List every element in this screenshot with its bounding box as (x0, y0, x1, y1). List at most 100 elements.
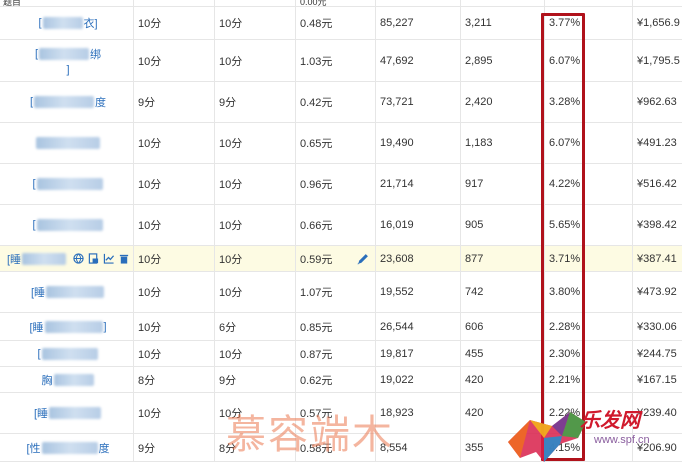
impressions-cell-value: 19,022 (380, 373, 414, 386)
price-cell: 0.65元 (295, 123, 375, 163)
cost-cell-value: ¥387.41 (637, 252, 677, 265)
row-actions (73, 253, 129, 264)
score-1-cell-value: 10分 (138, 321, 162, 334)
score-2-cell-value: 10分 (219, 179, 243, 191)
price-cell-value: 0.65元 (300, 138, 333, 150)
table-row[interactable]: [睡 10分 10分 1.07元 19,552 742 3.80% ¥473.92 (0, 272, 682, 313)
price-cell: 0.66元 (295, 205, 375, 245)
impressions-cell-value: 19,552 (380, 286, 414, 298)
keyword-cell[interactable]: 胸 (0, 367, 133, 392)
impressions-cell: 73,721 (375, 82, 460, 122)
keyword-cell[interactable]: [睡 (0, 272, 133, 312)
clicks-cell: 2,420 (460, 82, 544, 122)
keyword-redacted (41, 347, 98, 360)
impressions-cell: 26,544 (375, 313, 460, 340)
table-row[interactable]: [10分 10分 0.96元 21,714 917 4.22% ¥516.42 (0, 164, 682, 205)
table-row[interactable]: [睡] 10分 6分 0.85元 26,544 606 2.28% ¥330.06 (0, 313, 682, 341)
ctr-cell-value: 2.30% (549, 347, 581, 360)
keyword-suffix: 度 (98, 442, 110, 455)
score-2-cell-value: 10分 (219, 253, 243, 266)
keyword-redacted (39, 47, 90, 60)
table-row[interactable]: [度 9分 9分 0.42元 73,721 2,420 3.28% ¥962.63 (0, 82, 682, 123)
impressions-cell: 19,490 (375, 123, 460, 163)
keyword-prefix: [睡 (30, 287, 46, 299)
table-row[interactable]: [性度 9分 8分 0.58元 8,554 355 4.15% ¥206.90 (0, 434, 682, 462)
score-1-cell: 10分 (133, 246, 214, 271)
price-cell-value: 1.03元 (300, 55, 333, 68)
cost-cell-value: ¥473.92 (637, 286, 677, 298)
clicks-cell-value: 742 (465, 286, 484, 298)
keyword-cell[interactable]: [ (0, 205, 133, 245)
score-1-cell: 10分 (133, 123, 214, 163)
cost-cell: ¥491.23 (632, 123, 682, 163)
impressions-cell: 19,022 (375, 367, 460, 392)
keyword-cell[interactable]: [度 (0, 82, 133, 122)
score-1-cell: 10分 (133, 205, 214, 245)
clicks-cell-value: 1,183 (465, 137, 493, 149)
keyword-suffix: 衣] (83, 18, 98, 30)
keyword-prefix: [ (32, 178, 36, 190)
keyword-cell[interactable]: [睡 (0, 246, 133, 271)
score-2-cell: 10分 (214, 341, 295, 366)
clicks-cell: 1,183 (460, 123, 544, 163)
impressions-cell-value: 21,714 (380, 178, 414, 190)
keyword-prefix: 胸 (41, 374, 53, 387)
ctr-cell-value: 3.80% (549, 286, 581, 298)
score-2-cell: 10分 (214, 164, 295, 204)
cost-cell-value: ¥398.42 (637, 219, 677, 231)
price-cell: 1.03元 (295, 40, 375, 81)
score-2-cell-value: 10分 (219, 18, 243, 30)
keyword-prefix: [睡 (33, 408, 49, 420)
keyword-cell[interactable]: [ (0, 164, 133, 204)
cost-cell: ¥244.75 (632, 341, 682, 366)
table-row[interactable]: 10分 10分 0.65元 19,490 1,183 6.07% ¥491.23 (0, 123, 682, 164)
score-1-cell: 10分 (133, 313, 214, 340)
ctr-cell: 3.71% (544, 246, 632, 271)
clicks-cell: 742 (460, 272, 544, 312)
score-1-cell-value: 10分 (138, 55, 162, 68)
price-cell: 0.57元 (295, 393, 375, 433)
table-row[interactable]: [绑] 10分 10分 1.03元 47,692 2,895 6.07% ¥1,795.5 (0, 40, 682, 82)
keyword-cell[interactable]: [衣] (0, 7, 133, 39)
score-1-cell: 9分 (133, 434, 214, 461)
keyword-redacted (53, 373, 94, 386)
table-row[interactable]: [睡 10分 10分 0.59元 23,608 877 3.71% ¥387.41 (0, 246, 682, 272)
trend-chart-icon[interactable] (103, 253, 115, 264)
pencil-icon[interactable] (356, 253, 369, 269)
keyword-cell[interactable] (0, 123, 133, 163)
score-1-cell: 10分 (133, 272, 214, 312)
price-cell: 0.48元 (295, 7, 375, 39)
score-2-cell-value: 10分 (219, 287, 243, 299)
header-first-cell: 题目 (3, 0, 22, 6)
price-cell: 0.85元 (295, 313, 375, 340)
keyword-cell[interactable]: [睡 (0, 393, 133, 433)
keyword-cell[interactable]: [性 度 (0, 434, 133, 461)
ctr-cell: 6.07% (544, 40, 632, 81)
score-1-cell: 10分 (133, 164, 214, 204)
score-2-cell: 6分 (214, 313, 295, 340)
keyword-redacted (41, 441, 98, 454)
file-icon[interactable] (88, 253, 99, 264)
table-row[interactable]: 胸 8分 9分 0.62元 19,022 420 2.21% ¥167.15 (0, 367, 682, 393)
logo-text: 乐发网 (580, 408, 640, 432)
keyword-cell[interactable]: [绑] (0, 40, 133, 81)
cost-cell: ¥387.41 (632, 246, 682, 271)
globe-icon[interactable] (73, 253, 84, 264)
clicks-cell: 877 (460, 246, 544, 271)
score-2-cell: 10分 (214, 7, 295, 39)
price-cell: 0.87元 (295, 341, 375, 366)
impressions-cell: 21,714 (375, 164, 460, 204)
impressions-cell-value: 47,692 (380, 54, 414, 67)
trash-icon[interactable] (119, 253, 129, 264)
keyword-cell[interactable]: [ (0, 341, 133, 366)
score-1-cell: 10分 (133, 40, 214, 81)
ctr-cell-value: 2.28% (549, 320, 581, 333)
keyword-cell[interactable]: [睡] (0, 313, 133, 340)
table-row[interactable]: [10分 10分 0.66元 16,019 905 5.65% ¥398.42 (0, 205, 682, 246)
table-row[interactable]: [10分 10分 0.87元 19,817 455 2.30% ¥244.75 (0, 341, 682, 367)
table-row[interactable]: [衣] 10分 10分 0.48元 85,227 3,211 3.77% ¥1,656.9 (0, 7, 682, 40)
clicks-cell-value: 2,420 (465, 96, 493, 108)
keyword-redacted (36, 219, 103, 231)
price-cell: 0.62元 (295, 367, 375, 392)
clicks-cell: 905 (460, 205, 544, 245)
